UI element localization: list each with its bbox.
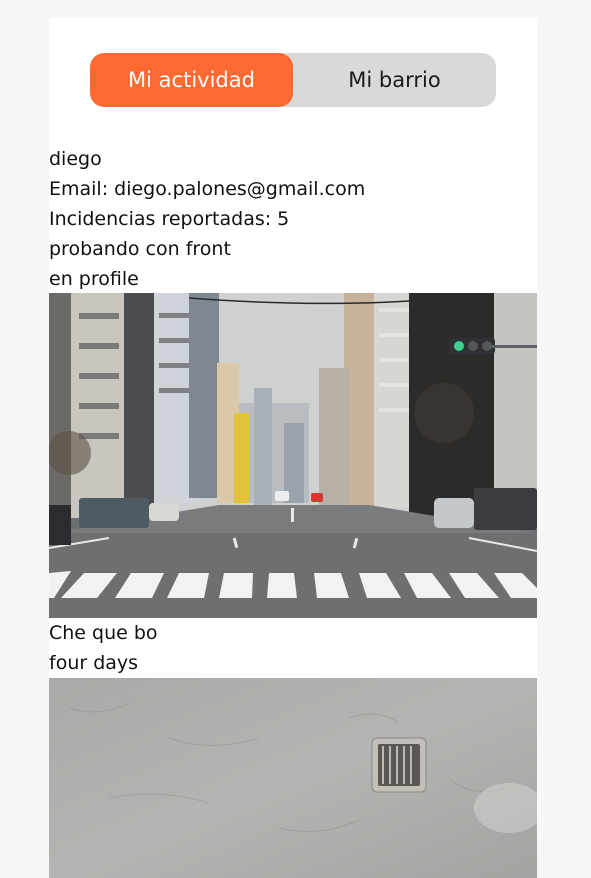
incidents-count: Incidencias reportadas: 5 [49, 208, 290, 230]
post-description: four days [49, 652, 139, 674]
post-item: Che que bo four days [49, 618, 537, 678]
user-name: diego [49, 148, 102, 170]
post-description: en profile [49, 268, 139, 290]
post-title: probando con front [49, 238, 231, 260]
post-title: Che que bo [49, 622, 158, 644]
profile-section: diego Email: diego.palones@gmail.com Inc… [49, 144, 537, 294]
tab-mi-barrio[interactable]: Mi barrio [293, 53, 496, 107]
user-email: Email: diego.palones@gmail.com [49, 178, 366, 200]
post-image-street [49, 293, 537, 618]
tab-mi-actividad[interactable]: Mi actividad [90, 53, 293, 107]
tab-switcher: Mi actividad Mi barrio [90, 53, 496, 107]
post-image-wall-vent [49, 678, 537, 878]
activity-card: Mi actividad Mi barrio diego Email: dieg… [49, 18, 537, 878]
